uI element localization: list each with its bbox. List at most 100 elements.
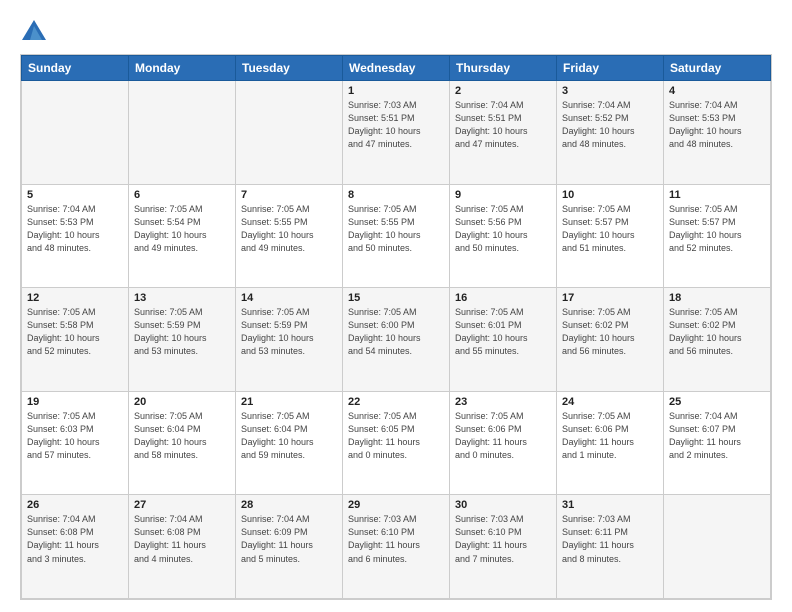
logo	[20, 18, 54, 46]
day-info: Sunrise: 7:04 AM Sunset: 6:09 PM Dayligh…	[241, 513, 337, 565]
day-number: 26	[27, 499, 123, 511]
day-number: 30	[455, 499, 551, 511]
day-info: Sunrise: 7:05 AM Sunset: 6:00 PM Dayligh…	[348, 306, 444, 358]
day-info: Sunrise: 7:03 AM Sunset: 5:51 PM Dayligh…	[348, 99, 444, 151]
day-number: 6	[134, 189, 230, 201]
day-number: 31	[562, 499, 658, 511]
day-number: 3	[562, 85, 658, 97]
calendar-cell: 31Sunrise: 7:03 AM Sunset: 6:11 PM Dayli…	[557, 495, 664, 599]
calendar-cell: 30Sunrise: 7:03 AM Sunset: 6:10 PM Dayli…	[450, 495, 557, 599]
weekday-header: Wednesday	[343, 56, 450, 81]
day-info: Sunrise: 7:04 AM Sunset: 5:51 PM Dayligh…	[455, 99, 551, 151]
day-info: Sunrise: 7:05 AM Sunset: 6:06 PM Dayligh…	[562, 410, 658, 462]
calendar-cell: 23 Sunrise: 7:05 AM Sunset: 6:06 PM Dayli…	[450, 391, 557, 495]
day-info: Sunrise: 7:05 AM Sunset: 6:02 PM Dayligh…	[669, 306, 765, 358]
calendar-cell: 22 Sunrise: 7:05 AM Sunset: 6:05 PM Dayli…	[343, 391, 450, 495]
day-info: Sunrise: 7:04 AM Sunset: 5:52 PM Dayligh…	[562, 99, 658, 151]
day-info: Sunrise: 7:05 AM Sunset: 5:56 PM Dayligh…	[455, 203, 551, 255]
calendar-cell: 27Sunrise: 7:04 AM Sunset: 6:08 PM Dayli…	[129, 495, 236, 599]
day-number: 9	[455, 189, 551, 201]
day-number: 10	[562, 189, 658, 201]
day-number: 29	[348, 499, 444, 511]
day-info: Sunrise: 7:05 AM Sunset: 5:57 PM Dayligh…	[562, 203, 658, 255]
day-number: 5	[27, 189, 123, 201]
day-info: Sunrise: 7:04 AM Sunset: 5:53 PM Dayligh…	[27, 203, 123, 255]
week-row: 19 Sunrise: 7:05 AM Sunset: 6:03 PM Dayli…	[22, 391, 771, 495]
day-info: Sunrise: 7:05 AM Sunset: 5:55 PM Dayligh…	[348, 203, 444, 255]
day-info: Sunrise: 7:05 AM Sunset: 5:59 PM Dayligh…	[134, 306, 230, 358]
header	[20, 18, 772, 46]
calendar-cell: 18 Sunrise: 7:05 AM Sunset: 6:02 PM Dayli…	[664, 288, 771, 392]
calendar: SundayMondayTuesdayWednesdayThursdayFrid…	[20, 54, 772, 600]
weekday-header: Thursday	[450, 56, 557, 81]
calendar-cell: 3 Sunrise: 7:04 AM Sunset: 5:52 PM Daylig…	[557, 81, 664, 185]
calendar-cell	[129, 81, 236, 185]
day-info: Sunrise: 7:04 AM Sunset: 5:53 PM Dayligh…	[669, 99, 765, 151]
day-info: Sunrise: 7:05 AM Sunset: 6:03 PM Dayligh…	[27, 410, 123, 462]
day-info: Sunrise: 7:05 AM Sunset: 5:54 PM Dayligh…	[134, 203, 230, 255]
calendar-cell	[664, 495, 771, 599]
day-number: 1	[348, 85, 444, 97]
day-number: 19	[27, 396, 123, 408]
calendar-cell: 17 Sunrise: 7:05 AM Sunset: 6:02 PM Dayli…	[557, 288, 664, 392]
calendar-cell: 7 Sunrise: 7:05 AM Sunset: 5:55 PM Daylig…	[236, 184, 343, 288]
calendar-cell	[22, 81, 129, 185]
calendar-cell: 9 Sunrise: 7:05 AM Sunset: 5:56 PM Daylig…	[450, 184, 557, 288]
day-number: 28	[241, 499, 337, 511]
week-row: 1 Sunrise: 7:03 AM Sunset: 5:51 PM Daylig…	[22, 81, 771, 185]
day-info: Sunrise: 7:04 AM Sunset: 6:07 PM Dayligh…	[669, 410, 765, 462]
day-number: 16	[455, 292, 551, 304]
calendar-cell: 4 Sunrise: 7:04 AM Sunset: 5:53 PM Daylig…	[664, 81, 771, 185]
day-number: 13	[134, 292, 230, 304]
day-number: 18	[669, 292, 765, 304]
calendar-cell: 28 Sunrise: 7:04 AM Sunset: 6:09 PM Dayli…	[236, 495, 343, 599]
calendar-cell: 12Sunrise: 7:05 AM Sunset: 5:58 PM Dayli…	[22, 288, 129, 392]
day-info: Sunrise: 7:05 AM Sunset: 5:57 PM Dayligh…	[669, 203, 765, 255]
logo-icon	[20, 18, 48, 46]
calendar-cell	[236, 81, 343, 185]
calendar-cell: 14 Sunrise: 7:05 AM Sunset: 5:59 PM Dayli…	[236, 288, 343, 392]
day-info: Sunrise: 7:05 AM Sunset: 5:58 PM Dayligh…	[27, 306, 123, 358]
calendar-cell: 25Sunrise: 7:04 AM Sunset: 6:07 PM Dayli…	[664, 391, 771, 495]
calendar-cell: 29 Sunrise: 7:03 AM Sunset: 6:10 PM Dayli…	[343, 495, 450, 599]
calendar-cell: 24Sunrise: 7:05 AM Sunset: 6:06 PM Dayli…	[557, 391, 664, 495]
day-info: Sunrise: 7:05 AM Sunset: 6:06 PM Dayligh…	[455, 410, 551, 462]
calendar-cell: 5 Sunrise: 7:04 AM Sunset: 5:53 PM Daylig…	[22, 184, 129, 288]
day-number: 7	[241, 189, 337, 201]
day-info: Sunrise: 7:04 AM Sunset: 6:08 PM Dayligh…	[27, 513, 123, 565]
day-info: Sunrise: 7:05 AM Sunset: 5:59 PM Dayligh…	[241, 306, 337, 358]
day-number: 2	[455, 85, 551, 97]
day-number: 4	[669, 85, 765, 97]
day-number: 20	[134, 396, 230, 408]
day-info: Sunrise: 7:04 AM Sunset: 6:08 PM Dayligh…	[134, 513, 230, 565]
day-info: Sunrise: 7:03 AM Sunset: 6:10 PM Dayligh…	[348, 513, 444, 565]
day-info: Sunrise: 7:05 AM Sunset: 6:05 PM Dayligh…	[348, 410, 444, 462]
day-info: Sunrise: 7:05 AM Sunset: 5:55 PM Dayligh…	[241, 203, 337, 255]
day-info: Sunrise: 7:05 AM Sunset: 6:02 PM Dayligh…	[562, 306, 658, 358]
weekday-header: Tuesday	[236, 56, 343, 81]
day-number: 17	[562, 292, 658, 304]
day-info: Sunrise: 7:05 AM Sunset: 6:04 PM Dayligh…	[134, 410, 230, 462]
day-number: 23	[455, 396, 551, 408]
week-row: 26 Sunrise: 7:04 AM Sunset: 6:08 PM Dayli…	[22, 495, 771, 599]
week-row: 12Sunrise: 7:05 AM Sunset: 5:58 PM Dayli…	[22, 288, 771, 392]
calendar-cell: 26 Sunrise: 7:04 AM Sunset: 6:08 PM Dayli…	[22, 495, 129, 599]
day-number: 11	[669, 189, 765, 201]
calendar-cell: 15Sunrise: 7:05 AM Sunset: 6:00 PM Dayli…	[343, 288, 450, 392]
calendar-cell: 10 Sunrise: 7:05 AM Sunset: 5:57 PM Dayli…	[557, 184, 664, 288]
calendar-cell: 21Sunrise: 7:05 AM Sunset: 6:04 PM Dayli…	[236, 391, 343, 495]
week-row: 5 Sunrise: 7:04 AM Sunset: 5:53 PM Daylig…	[22, 184, 771, 288]
day-number: 22	[348, 396, 444, 408]
weekday-header: Friday	[557, 56, 664, 81]
calendar-cell: 1 Sunrise: 7:03 AM Sunset: 5:51 PM Daylig…	[343, 81, 450, 185]
weekday-header: Saturday	[664, 56, 771, 81]
calendar-cell: 6 Sunrise: 7:05 AM Sunset: 5:54 PM Daylig…	[129, 184, 236, 288]
day-number: 8	[348, 189, 444, 201]
calendar-cell: 20 Sunrise: 7:05 AM Sunset: 6:04 PM Dayli…	[129, 391, 236, 495]
calendar-cell: 16 Sunrise: 7:05 AM Sunset: 6:01 PM Dayli…	[450, 288, 557, 392]
weekday-header-row: SundayMondayTuesdayWednesdayThursdayFrid…	[22, 56, 771, 81]
day-info: Sunrise: 7:05 AM Sunset: 6:01 PM Dayligh…	[455, 306, 551, 358]
day-number: 14	[241, 292, 337, 304]
calendar-cell: 11 Sunrise: 7:05 AM Sunset: 5:57 PM Dayli…	[664, 184, 771, 288]
calendar-cell: 13 Sunrise: 7:05 AM Sunset: 5:59 PM Dayli…	[129, 288, 236, 392]
